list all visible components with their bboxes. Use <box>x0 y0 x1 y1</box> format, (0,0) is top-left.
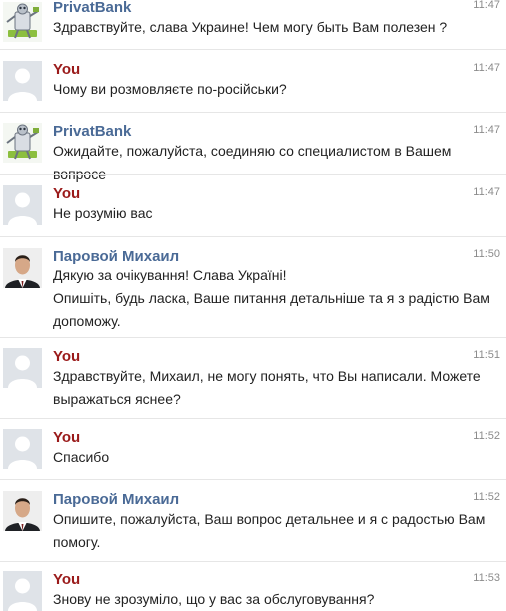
sender-name: You <box>53 429 81 446</box>
message-divider <box>0 561 506 562</box>
message-divider <box>0 174 506 175</box>
message-divider <box>0 418 506 419</box>
message-divider <box>0 112 506 113</box>
message-timestamp: 11:47 <box>473 124 500 136</box>
message-line: Опишіть, будь ласка, Ваше питання деталь… <box>53 290 490 329</box>
message-divider <box>0 236 506 237</box>
message-text: Не розумію вас <box>53 202 503 225</box>
message-line: Ожидайте, пожалуйста, соединяю со специа… <box>53 143 452 182</box>
message-text: Дякую за очікування! Слава Україні! Опиш… <box>53 264 503 333</box>
user-placeholder-icon <box>3 61 42 101</box>
message-text: Ожидайте, пожалуйста, соединяю со специа… <box>53 140 503 186</box>
message-line: Дякую за очікування! Слава Україні! <box>53 267 287 283</box>
user-placeholder-icon <box>3 185 42 225</box>
message-timestamp: 11:47 <box>473 0 500 11</box>
sender-name: PrivatBank <box>53 0 132 16</box>
message-text: Здравствуйте, слава Украине! Чем могу бы… <box>53 16 503 39</box>
sender-name: PrivatBank <box>53 123 132 140</box>
message-text: Знову не зрозуміло, що у вас за обслугов… <box>53 588 503 611</box>
message-text: Здравствуйте, Михаил, не могу понять, чт… <box>53 365 503 411</box>
message-timestamp: 11:53 <box>473 572 500 584</box>
message-line: Здравствуйте, Михаил, не могу понять, чт… <box>53 368 481 407</box>
user-placeholder-icon <box>3 571 42 611</box>
privatbank-bot-icon <box>3 2 42 42</box>
sender-name: You <box>53 61 81 78</box>
message-text: Спасибо <box>53 446 503 469</box>
message-line: Опишите, пожалуйста, Ваш вопрос детальне… <box>53 511 486 550</box>
message-timestamp: 11:51 <box>473 349 500 361</box>
message-text: Опишите, пожалуйста, Ваш вопрос детальне… <box>53 508 503 554</box>
message-divider <box>0 49 506 50</box>
message-timestamp: 11:47 <box>473 186 500 198</box>
message-text: Чому ви розмовляєте по-російськи? <box>53 78 503 101</box>
message-timestamp: 11:52 <box>473 491 500 503</box>
operator-photo <box>3 491 42 531</box>
message-line: Не розумію вас <box>53 205 153 221</box>
message-line: Чому ви розмовляєте по-російськи? <box>53 81 287 97</box>
privatbank-bot-icon <box>3 123 42 163</box>
message-divider <box>0 337 506 338</box>
sender-name: Паровой Михаил <box>53 248 180 265</box>
sender-name: Паровой Михаил <box>53 491 180 508</box>
user-placeholder-icon <box>3 348 42 388</box>
message-line: Спасибо <box>53 449 110 465</box>
message-line: Здравствуйте, слава Украине! Чем могу бы… <box>53 19 448 35</box>
operator-photo <box>3 248 42 288</box>
chat-transcript: PrivatBank 11:47 Здравствуйте, слава Укр… <box>0 0 506 611</box>
message-line: Знову не зрозуміло, що у вас за обслугов… <box>53 591 375 607</box>
sender-name: You <box>53 348 81 365</box>
sender-name: You <box>53 571 81 588</box>
message-timestamp: 11:47 <box>473 62 500 74</box>
sender-name: You <box>53 185 81 202</box>
message-divider <box>0 479 506 480</box>
message-timestamp: 11:50 <box>473 248 500 260</box>
message-timestamp: 11:52 <box>473 430 500 442</box>
user-placeholder-icon <box>3 429 42 469</box>
